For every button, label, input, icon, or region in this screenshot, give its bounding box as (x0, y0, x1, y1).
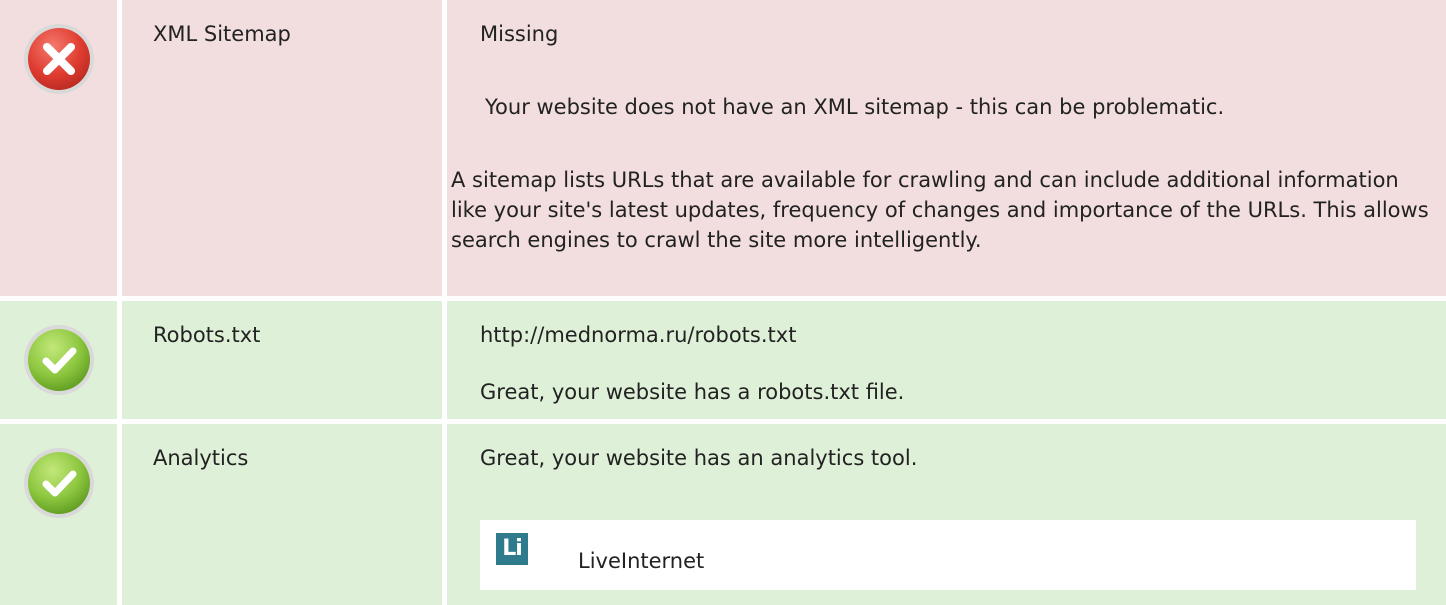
success-check-icon (24, 325, 94, 395)
audit-row-robots-txt: Robots.txt http://mednorma.ru/robots.txt… (0, 301, 1446, 419)
status-cell (0, 424, 117, 605)
liveinternet-logo-icon: Li (496, 533, 528, 565)
status-cell (0, 301, 117, 419)
row-message: Your website does not have an XML sitema… (485, 95, 1225, 119)
robots-url-link[interactable]: http://mednorma.ru/robots.txt (480, 323, 796, 347)
row-label: Analytics (122, 424, 442, 605)
row-content: Missing Your website does not have an XM… (447, 0, 1446, 296)
row-message: Great, your website has a robots.txt fil… (480, 380, 905, 404)
success-check-icon (24, 448, 94, 518)
analytics-tool-name: LiveInternet (578, 549, 705, 573)
row-content: http://mednorma.ru/robots.txt Great, you… (447, 301, 1446, 419)
row-message: Great, your website has an analytics too… (480, 446, 918, 470)
audit-row-analytics: Analytics Great, your website has an ana… (0, 424, 1446, 605)
row-description: A sitemap lists URLs that are available … (451, 168, 1429, 252)
analytics-tool-item: Li LiveInternet (480, 520, 1416, 590)
status-cell (0, 0, 117, 296)
row-label: Robots.txt (122, 301, 442, 419)
audit-row-xml-sitemap: XML Sitemap Missing Your website does no… (0, 0, 1446, 296)
row-content: Great, your website has an analytics too… (447, 424, 1446, 605)
error-x-icon (24, 24, 94, 94)
row-value: Missing (480, 22, 559, 46)
row-label: XML Sitemap (122, 0, 442, 296)
